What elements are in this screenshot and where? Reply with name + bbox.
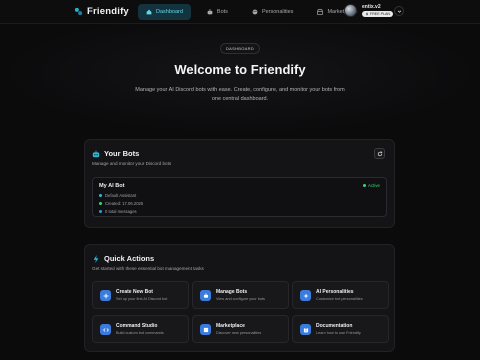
quick-actions-title: Quick Actions (104, 254, 155, 263)
chevron-down-icon (397, 9, 401, 13)
action-title: Documentation (316, 323, 353, 329)
your-bots-title: Your Bots (104, 149, 140, 158)
nav-link-personalities[interactable]: Personalities (244, 4, 302, 20)
sparkle-icon (300, 290, 311, 301)
action-desc: View and configure your bots (216, 297, 265, 301)
personality-dot (99, 194, 102, 197)
code-icon (100, 324, 111, 335)
book-icon (300, 324, 311, 335)
action-title: AI Personalities (316, 289, 354, 295)
nav-links: Dashboard Bots Personalities Marketplace (138, 4, 365, 20)
brand-name: Friendify (87, 6, 129, 17)
page-title: Welcome to Friendify (174, 62, 306, 77)
bot-personality: Default Assistant (99, 193, 136, 198)
action-ai-personalities[interactable]: AI Personalities Customize bot personali… (292, 281, 389, 309)
nav-link-label: Dashboard (156, 9, 183, 15)
action-documentation[interactable]: Documentation Learn how to use Friendify (292, 315, 389, 343)
quick-actions-subtitle: Get started with these essential bot man… (92, 266, 204, 271)
bot-messages: 0 total messages (99, 209, 137, 214)
plus-icon (100, 290, 111, 301)
bot-icon (200, 290, 211, 301)
plan-badge: FREE PLAN (362, 11, 393, 17)
bot-messages-label: 0 total messages (105, 209, 137, 214)
action-desc: Build custom bot commands (116, 331, 164, 335)
quick-actions-card: Quick Actions Get started with these ess… (84, 244, 395, 352)
quick-actions-header: Quick Actions (92, 254, 154, 263)
nav-link-label: Personalities (261, 9, 294, 15)
hero-section: DASHBOARD Welcome to Friendify Manage yo… (0, 24, 480, 134)
status-label: Active (368, 183, 380, 188)
user-meta: entix.v2 FREE PLAN (362, 4, 393, 17)
nav-link-label: Bots (216, 9, 228, 15)
your-bots-card: Your Bots Manage and monitor your Discor… (84, 139, 395, 228)
your-bots-subtitle: Manage and monitor your Discord bots (92, 161, 172, 166)
home-icon (146, 9, 152, 15)
bot-icon (92, 150, 100, 157)
action-title: Create New Bot (116, 289, 153, 295)
action-title: Manage Bots (216, 289, 248, 295)
action-desc: Learn how to use Friendify (316, 331, 361, 335)
action-create-new-bot[interactable]: Create New Bot Set up your first AI Disc… (92, 281, 189, 309)
store-icon (317, 9, 324, 15)
hero-badge: DASHBOARD (219, 43, 261, 54)
bolt-icon (365, 12, 369, 16)
action-title: Command Studio (116, 323, 158, 329)
bot-personality-label: Default Assistant (105, 193, 137, 198)
bot-created: Created: 17.06.2025 (99, 201, 143, 206)
messages-dot (99, 210, 102, 213)
bot-list-item[interactable]: My AI Bot Active Default Assistant Creat… (92, 177, 387, 217)
avatar[interactable] (344, 4, 357, 17)
action-manage-bots[interactable]: Manage Bots View and configure your bots (192, 281, 289, 309)
nav-link-dashboard[interactable]: Dashboard (138, 4, 191, 20)
brand[interactable]: Friendify (74, 6, 129, 17)
status-dot (363, 184, 367, 187)
store-icon (200, 324, 211, 335)
bot-created-label: Created: 17.06.2025 (105, 201, 144, 206)
status-badge: Active (363, 183, 380, 188)
action-title: Marketplace (216, 323, 245, 329)
nav-link-bots[interactable]: Bots (199, 4, 236, 20)
action-command-studio[interactable]: Command Studio Build custom bot commands (92, 315, 189, 343)
user-profile[interactable]: entix.v2 FREE PLAN (344, 4, 393, 17)
refresh-icon (377, 150, 382, 156)
top-navbar: Friendify Dashboard Bots Personalities M… (0, 0, 480, 24)
action-marketplace[interactable]: Marketplace Discover new personalities (192, 315, 289, 343)
action-desc: Customize bot personalities (316, 297, 363, 301)
action-desc: Discover new personalities (216, 331, 262, 335)
palette-icon (252, 9, 258, 15)
user-menu-button[interactable] (394, 6, 404, 16)
quick-actions-grid: Create New Bot Set up your first AI Disc… (92, 281, 389, 347)
your-bots-header: Your Bots (92, 149, 139, 158)
created-dot (99, 202, 102, 205)
bot-icon (207, 9, 213, 15)
user-name: entix.v2 (362, 4, 381, 10)
lightning-icon (93, 254, 99, 263)
action-desc: Set up your first AI Discord bot (116, 297, 168, 301)
bot-name: My AI Bot (99, 183, 125, 189)
refresh-button[interactable] (374, 148, 385, 159)
hero-subtitle: Manage your AI Discord bots with ease. C… (135, 87, 345, 102)
friendify-logo-icon (74, 7, 83, 16)
plan-label: FREE PLAN (370, 12, 390, 16)
